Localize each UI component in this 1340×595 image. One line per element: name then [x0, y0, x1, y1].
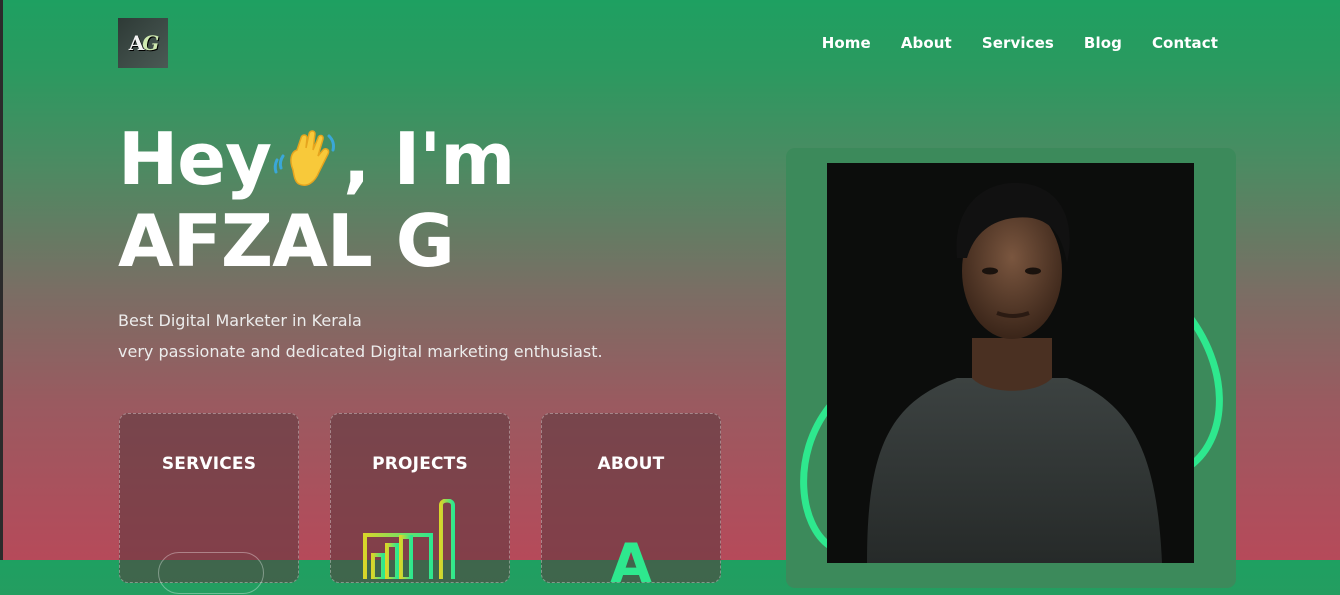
waving-hand-icon: [273, 130, 336, 186]
services-pill-button[interactable]: [158, 552, 264, 594]
bar-chart-icon: [363, 499, 463, 579]
greeting-im: , I'm: [343, 117, 515, 201]
nav-home-link[interactable]: Home: [822, 34, 871, 52]
greeting-hey: Hey: [118, 117, 272, 201]
main-navigation: Home About Services Blog Contact: [822, 34, 1218, 52]
site-logo[interactable]: AG: [118, 18, 168, 68]
projects-card-title: PROJECTS: [372, 454, 468, 474]
logo-text: AG: [128, 31, 160, 55]
nav-blog-link[interactable]: Blog: [1084, 34, 1122, 52]
window-edge: [0, 0, 3, 560]
hero-name: AFZAL G: [118, 199, 455, 283]
subtitle-line-1: Best Digital Marketer in Kerala: [118, 311, 362, 330]
letter-a-icon: A: [610, 532, 652, 595]
nav-contact-link[interactable]: Contact: [1152, 34, 1218, 52]
hero-title: Hey , I'm AFZAL G: [118, 117, 515, 283]
subtitle-line-2: very passionate and dedicated Digital ma…: [118, 342, 603, 361]
nav-about-link[interactable]: About: [901, 34, 952, 52]
about-card-title: ABOUT: [597, 454, 665, 474]
hero-subtitle: Best Digital Marketer in Kerala very pas…: [118, 305, 603, 367]
services-card-title: SERVICES: [161, 454, 257, 474]
nav-services-link[interactable]: Services: [982, 34, 1054, 52]
about-card[interactable]: ABOUT A: [541, 413, 721, 595]
projects-card[interactable]: PROJECTS: [330, 413, 510, 583]
person-silhouette: [827, 163, 1194, 563]
profile-photo: [827, 163, 1194, 563]
services-card[interactable]: SERVICES: [119, 413, 299, 594]
